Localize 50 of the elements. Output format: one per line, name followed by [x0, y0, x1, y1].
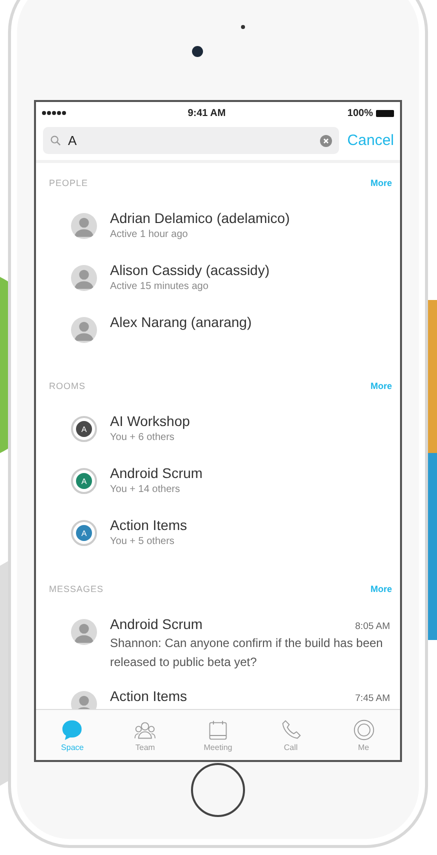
more-link[interactable]: More	[370, 178, 392, 188]
item-title: Android Scrum	[110, 465, 203, 481]
cancel-button[interactable]: Cancel	[347, 132, 394, 149]
more-link[interactable]: More	[370, 381, 392, 391]
more-link[interactable]: More	[370, 584, 392, 594]
clear-icon[interactable]	[320, 134, 332, 146]
message-time: 8:05 AM	[355, 621, 390, 632]
section-header: MESSAGES	[49, 584, 104, 594]
phone-icon	[280, 718, 302, 740]
item-title: Alex Narang (anarang)	[110, 314, 252, 330]
search-field[interactable]: A	[43, 127, 340, 154]
item-subtitle: You + 6 others	[110, 432, 176, 443]
item-title: AI Workshop	[110, 413, 190, 429]
signal-icon	[42, 111, 66, 115]
item-title: Action Items	[110, 688, 188, 704]
status-time: 9:41 AM	[188, 108, 226, 118]
tab[interactable]: Call	[254, 710, 328, 760]
room-avatar: A	[71, 416, 97, 442]
item-title: Alison Cassidy (acassidy)	[110, 262, 270, 278]
tab[interactable]: Team	[108, 710, 182, 760]
section-header: ROOMS	[49, 381, 86, 391]
room-avatar: A	[71, 468, 97, 494]
avatar	[71, 619, 97, 645]
item-title: Android Scrum	[110, 616, 203, 632]
battery-percent: 100%	[347, 108, 373, 118]
search-query: A	[68, 133, 77, 148]
camera-icon	[192, 46, 202, 57]
tab[interactable]: Space	[36, 710, 109, 760]
message-time: 7:45 AM	[355, 693, 390, 704]
item-subtitle: You + 14 others	[110, 484, 181, 495]
battery-icon	[376, 110, 394, 116]
avatar	[71, 213, 97, 239]
item-subtitle: Shannon: Can anyone confirm if the build has been released to public beta yet?	[110, 635, 384, 671]
section-header: PEOPLE	[49, 178, 88, 188]
room-avatar: A	[71, 520, 97, 546]
item-title: Action Items	[110, 517, 188, 533]
item-subtitle: Active 15 minutes ago	[110, 281, 210, 292]
profile-icon	[352, 718, 375, 740]
avatar	[71, 317, 97, 343]
calendar-icon	[206, 718, 229, 740]
speaker-icon	[240, 24, 244, 28]
tab[interactable]: Me	[327, 710, 400, 760]
tab[interactable]: Meeting	[182, 710, 254, 760]
avatar	[71, 265, 97, 291]
search-icon	[50, 135, 61, 146]
home-button[interactable]	[191, 762, 245, 816]
chat-icon	[61, 718, 84, 740]
item-title: Adrian Delamico (adelamico)	[110, 210, 290, 226]
item-subtitle: Active 1 hour ago	[110, 229, 189, 240]
item-subtitle: You + 5 others	[110, 536, 176, 547]
